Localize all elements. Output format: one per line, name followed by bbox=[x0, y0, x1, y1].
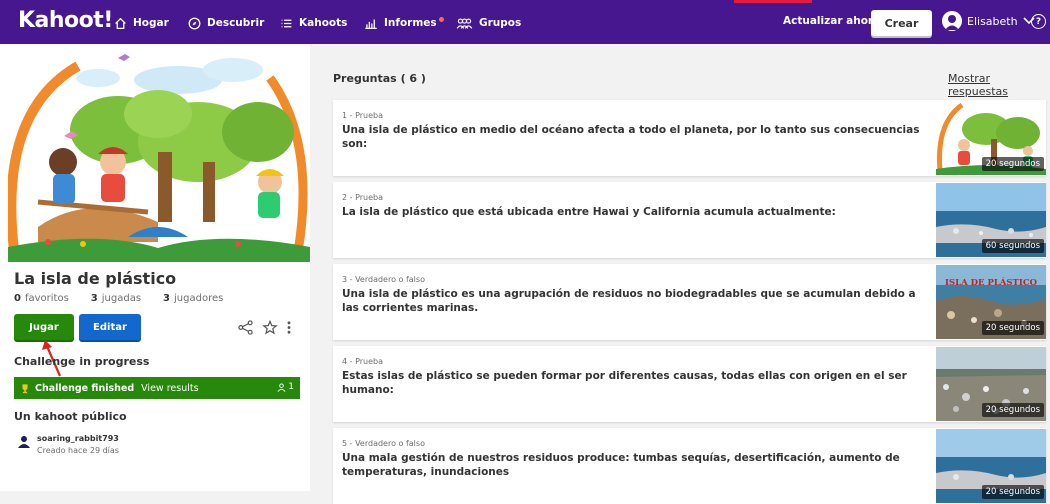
question-time: 20 segundos bbox=[981, 485, 1044, 499]
question-text: Estas islas de plástico se pueden formar… bbox=[342, 370, 907, 396]
nav-groups[interactable]: Grupos bbox=[456, 14, 521, 32]
creator-name[interactable]: soaring_rabbit793 bbox=[37, 434, 119, 443]
user-icon bbox=[277, 382, 286, 392]
nav-home-label: Hogar bbox=[133, 17, 169, 29]
nav-groups-label: Grupos bbox=[479, 17, 522, 29]
cover-image bbox=[8, 52, 310, 262]
question-type: 1 - Prueba bbox=[342, 111, 384, 120]
created-date: Creado hace 29 días bbox=[37, 446, 119, 455]
question-time: 20 segundos bbox=[981, 321, 1044, 335]
home-icon bbox=[115, 17, 126, 29]
challenge-heading: Challenge in progress bbox=[14, 355, 150, 368]
question-type: 4 - Prueba bbox=[342, 357, 384, 366]
question-thumbnail: 20 segundos bbox=[936, 429, 1046, 503]
question-time: 20 segundos bbox=[981, 157, 1044, 171]
question-card[interactable]: 1 - Prueba Una isla de plástico en medio… bbox=[333, 100, 1046, 176]
notification-dot bbox=[438, 16, 444, 22]
players-count: 3 bbox=[163, 293, 171, 304]
top-navigation-bar: Kahoot! Hogar Descubrir Kahoots Informes… bbox=[0, 0, 1050, 44]
question-text: Una isla de plástico es una agrupación d… bbox=[342, 288, 916, 314]
nav-kahoots[interactable]: Kahoots bbox=[280, 14, 347, 32]
show-answers-link[interactable]: Mostrar respuestas bbox=[948, 72, 1050, 98]
plays-count: 3 bbox=[90, 293, 98, 304]
thumbnail-caption: ISLA DE PLÁSTICO bbox=[944, 278, 1038, 288]
question-card[interactable]: 5 - Verdadero o falso Una mala gestión d… bbox=[333, 428, 1046, 504]
question-thumbnail: 60 segundos bbox=[936, 183, 1046, 257]
kahoot-stats: 0 favoritos 3 jugadas 3 jugadores bbox=[14, 293, 245, 304]
question-type: 3 - Verdadero o falso bbox=[342, 275, 425, 284]
user-avatar-icon bbox=[942, 11, 962, 31]
visibility-heading: Un kahoot público bbox=[14, 410, 127, 423]
help-icon[interactable]: ? bbox=[1031, 14, 1046, 29]
plays-stat: 3 jugadas bbox=[91, 293, 141, 304]
question-thumbnail: 20 segundos bbox=[936, 347, 1046, 421]
edit-button[interactable]: Editar bbox=[79, 314, 141, 340]
participants-count: 1 bbox=[277, 382, 294, 392]
challenge-status-bar[interactable]: Challenge finished View results 1 bbox=[14, 377, 300, 399]
question-thumbnail: ISLA DE PLÁSTICO 20 segundos bbox=[936, 265, 1046, 339]
question-type: 2 - Prueba bbox=[342, 193, 384, 202]
compass-icon bbox=[188, 17, 201, 29]
accent-line bbox=[734, 0, 812, 3]
nav-discover-label: Descubrir bbox=[207, 17, 265, 29]
view-results-link[interactable]: View results bbox=[141, 383, 198, 394]
nav-home[interactable]: Hogar bbox=[114, 14, 169, 32]
questions-count: ( 6 ) bbox=[400, 72, 426, 85]
challenge-finished-label: Challenge finished bbox=[35, 382, 135, 394]
bar-chart-icon bbox=[365, 18, 377, 29]
share-icon[interactable] bbox=[238, 320, 253, 335]
favorites-count: 0 bbox=[14, 293, 21, 304]
star-icon[interactable] bbox=[262, 320, 278, 335]
kahoot-details-panel: La isla de plástico 0 favoritos 3 jugadas … bbox=[0, 44, 310, 491]
question-card[interactable]: 3 - Verdadero o falso Una isla de plásti… bbox=[333, 264, 1046, 340]
nav-discover[interactable]: Descubrir bbox=[188, 14, 264, 32]
create-button[interactable]: Crear bbox=[871, 10, 932, 36]
players-label: jugadores bbox=[174, 293, 224, 304]
favorites-label: favoritos bbox=[24, 293, 69, 304]
question-card[interactable]: 2 - Prueba La isla de plástico que está … bbox=[333, 182, 1046, 258]
favorites-stat: 0 favoritos bbox=[14, 293, 69, 304]
nav-kahoots-label: Kahoots bbox=[299, 17, 348, 29]
kahoot-title: La isla de plástico bbox=[14, 269, 177, 288]
nav-reports[interactable]: Informes bbox=[364, 14, 444, 32]
question-text: La isla de plástico que está ubicada ent… bbox=[342, 206, 836, 218]
players-stat: 3 jugadores bbox=[163, 293, 223, 304]
question-text: Una mala gestión de nuestros residuos pr… bbox=[342, 452, 900, 478]
trophy-icon bbox=[22, 383, 28, 393]
question-time: 60 segundos bbox=[981, 239, 1044, 253]
user-name: Elisabeth bbox=[967, 14, 1018, 28]
list-icon bbox=[281, 19, 292, 27]
question-card[interactable]: 4 - Prueba Estas islas de plástico se pu… bbox=[333, 346, 1046, 422]
upgrade-link[interactable]: Actualizar ahora bbox=[783, 15, 880, 27]
question-type: 5 - Verdadero o falso bbox=[342, 439, 425, 448]
nav-reports-label: Informes bbox=[384, 17, 437, 29]
kahoot-logo[interactable]: Kahoot! bbox=[18, 8, 113, 33]
plays-label: jugadas bbox=[101, 293, 142, 304]
questions-heading: Preguntas ( 6 ) bbox=[333, 72, 426, 85]
question-time: 20 segundos bbox=[981, 403, 1044, 417]
participants-value: 1 bbox=[288, 382, 294, 392]
questions-title: Preguntas bbox=[333, 72, 397, 85]
creator-info: soaring_rabbit793 Creado hace 29 días bbox=[18, 434, 119, 455]
more-options-icon[interactable] bbox=[286, 320, 292, 335]
question-text: Una isla de plástico en medio del océano… bbox=[342, 124, 920, 150]
group-icon bbox=[456, 17, 473, 29]
user-menu[interactable]: Elisabeth bbox=[942, 11, 1035, 31]
question-thumbnail: 20 segundos bbox=[936, 101, 1046, 175]
creator-avatar-icon bbox=[18, 436, 30, 448]
play-button[interactable]: Jugar bbox=[14, 314, 74, 340]
